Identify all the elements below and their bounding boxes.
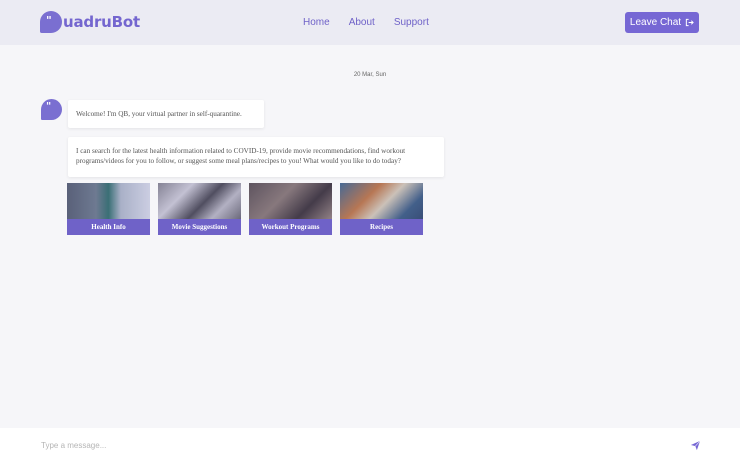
option-label: Health Info: [67, 219, 150, 235]
chat-date: 20 Mar, Sun: [353, 72, 387, 78]
leave-chat-label: Leave Chat: [629, 17, 682, 28]
nav-support[interactable]: Support: [394, 17, 429, 28]
option-card-health-info[interactable]: Health Info: [67, 183, 150, 235]
bot-avatar-icon: ": [41, 99, 62, 120]
option-label: Recipes: [340, 219, 423, 235]
message-composer: [0, 428, 740, 463]
option-label: Workout Programs: [249, 219, 332, 235]
quadrubot-logo[interactable]: " uadruBot: [40, 11, 140, 33]
nav-home[interactable]: Home: [303, 17, 330, 28]
logo-badge-icon: ": [40, 11, 62, 33]
leave-chat-button[interactable]: Leave Chat: [625, 12, 699, 33]
bot-message-welcome: Welcome! I'm QB, your virtual partner in…: [68, 100, 264, 128]
message-input[interactable]: [41, 438, 641, 453]
send-icon[interactable]: [690, 440, 701, 451]
top-header: " uadruBot Home About Support Leave Chat: [0, 0, 740, 45]
option-card-movie-suggestions[interactable]: Movie Suggestions: [158, 183, 241, 235]
nav-about[interactable]: About: [349, 17, 375, 28]
option-card-recipes[interactable]: Recipes: [340, 183, 423, 235]
option-card-workout-programs[interactable]: Workout Programs: [249, 183, 332, 235]
logout-icon: [685, 18, 694, 27]
bot-message-options-intro: I can search for the latest health infor…: [68, 137, 444, 177]
logo-text: uadruBot: [63, 13, 140, 31]
option-label: Movie Suggestions: [158, 219, 241, 235]
main-nav: Home About Support: [303, 17, 448, 28]
option-cards: Health Info Movie Suggestions Workout Pr…: [67, 183, 423, 235]
